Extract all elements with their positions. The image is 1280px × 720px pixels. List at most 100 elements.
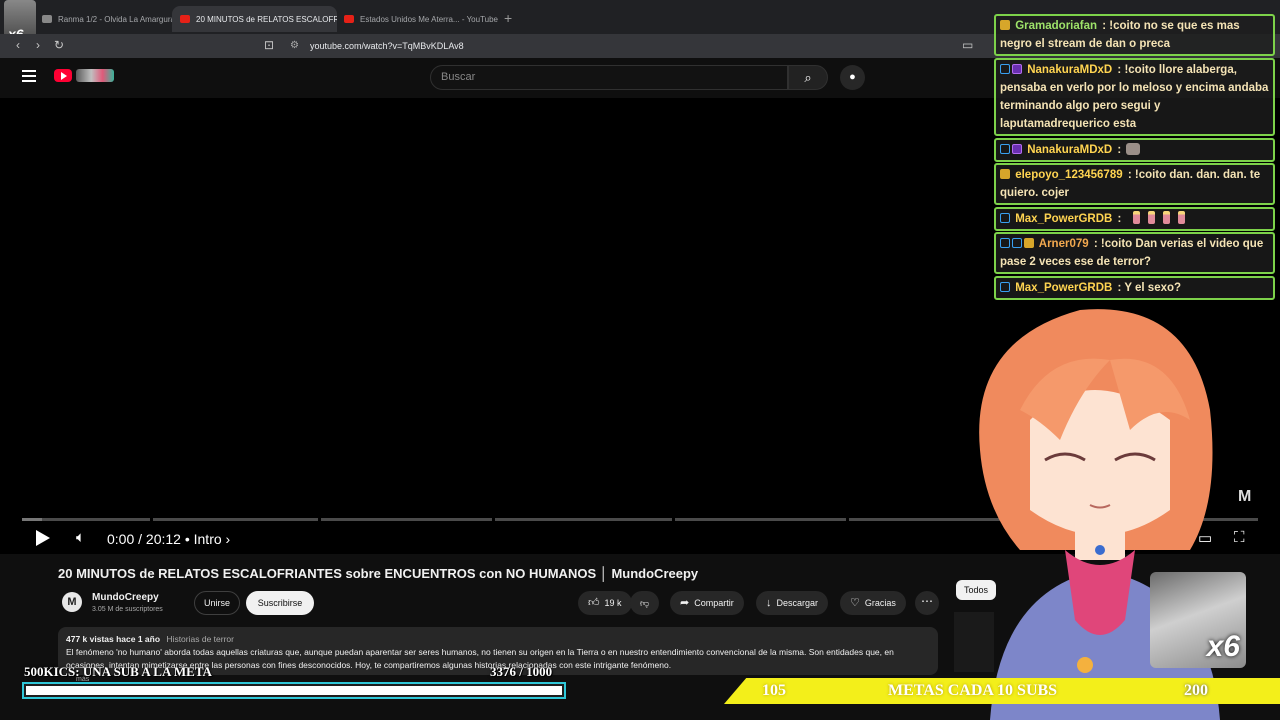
emote-icon — [1126, 143, 1141, 155]
description-meta: 477 k vistas hace 1 año Historias de ter… — [66, 633, 930, 646]
badge-icon — [1000, 213, 1010, 223]
search-icon: ⌕ — [804, 70, 812, 85]
chat-username: elepoyo_123456789 — [1015, 169, 1123, 181]
share-button[interactable]: ➦ Compartir — [670, 591, 744, 615]
new-tab-plus-icon[interactable]: + — [504, 10, 512, 26]
badge-icon — [1012, 238, 1022, 248]
site-settings-icon[interactable]: ⚙ — [290, 36, 299, 56]
thanks-label: Gracias — [864, 598, 896, 608]
upload-age: hace 1 año — [116, 634, 161, 644]
badge-icon — [1000, 238, 1010, 248]
avatar-button — [1077, 657, 1093, 673]
description-tag[interactable]: Historias de terror — [166, 634, 234, 644]
chat-text: Y el sexo? — [1124, 282, 1182, 294]
cat-cam-tag: x6 — [1206, 630, 1240, 663]
tab-estados-unidos[interactable]: Estados Unidos Me Aterra... - YouTube — [336, 6, 501, 32]
forward-arrow-icon[interactable]: › — [36, 38, 40, 52]
chat-username: NanakuraMDxD — [1027, 64, 1113, 76]
youtube-favicon-icon — [344, 15, 354, 23]
badge-icon — [1000, 282, 1010, 292]
candle-emote-icon — [1162, 211, 1170, 224]
thumbs-up-icon: 👍︎ — [588, 597, 600, 609]
metas-start-value: 105 — [762, 682, 786, 699]
url-text: youtube.com/watch?v=TqMBvKDLAv8 — [310, 41, 464, 51]
tab-favicon-icon — [42, 15, 52, 23]
time-text: 0:00 / 20:12 — [107, 531, 181, 547]
download-label: Descargar — [776, 598, 819, 608]
candle-emote-icon — [1132, 211, 1140, 224]
voice-search-button[interactable]: ● — [840, 65, 865, 90]
badge-icon — [1012, 144, 1022, 154]
youtube-favicon-icon — [180, 15, 190, 23]
thumbs-down-icon: 👎︎ — [640, 598, 650, 608]
candle-emote-icon — [1177, 211, 1185, 224]
badge-icon — [1000, 144, 1010, 154]
join-button[interactable]: Unirse — [194, 591, 240, 615]
chat-message: Gramadoriafan : !coito no se que es mas … — [994, 14, 1275, 56]
sub-goal-bar — [22, 682, 566, 699]
bookmark-icon[interactable]: ⊡ — [264, 38, 274, 52]
volume-icon[interactable]: 🔈︎ — [76, 529, 85, 546]
sub-goal-label: 500KICS: UNA SUB A LA META — [24, 664, 212, 679]
download-icon: ↓ — [766, 597, 772, 609]
chapter-marker — [150, 518, 153, 521]
avatar-brooch — [1095, 545, 1105, 555]
chat-username: Gramadoriafan — [1015, 20, 1098, 32]
badge-icon — [1000, 169, 1010, 179]
chapter-marker — [492, 518, 495, 521]
address-bar[interactable]: ⚙ youtube.com/watch?v=TqMBvKDLAv8 — [286, 36, 986, 56]
tab-relatos[interactable]: 20 MINUTOS de RELATOS ESCALOFRIANTES ✕ — [172, 6, 337, 32]
candle-emote-icon — [1147, 211, 1155, 224]
cast-icon[interactable]: ▭ — [962, 38, 973, 52]
thanks-icon: ♡ — [850, 597, 860, 609]
search-button[interactable]: ⌕ — [788, 65, 828, 90]
chat-message: Max_PowerGRDB : — [994, 207, 1275, 231]
play-icon[interactable] — [36, 530, 50, 546]
thanks-button[interactable]: ♡ Gracias — [840, 591, 906, 615]
youtube-doodle-logo[interactable] — [76, 69, 114, 82]
chat-username: Arner079 — [1038, 238, 1089, 250]
search-input[interactable]: Buscar — [430, 65, 788, 90]
like-count: 19 k — [604, 598, 622, 608]
youtube-logo-icon[interactable] — [54, 69, 72, 82]
tab-label: Estados Unidos Me Aterra... - YouTube — [360, 14, 499, 24]
channel-subscribers: 3.05 M de suscriptores — [92, 606, 163, 613]
video-title: 20 MINUTOS de RELATOS ESCALOFRIANTES sob… — [58, 566, 699, 581]
back-arrow-icon[interactable]: ‹ — [16, 38, 20, 52]
sub-goal-count: 3376 / 1000 — [490, 664, 553, 679]
channel-name[interactable]: MundoCreepy — [92, 592, 159, 603]
view-count: 477 k vistas — [66, 634, 114, 644]
metas-label: METAS CADA 10 SUBS — [888, 682, 1058, 699]
chat-username: Max_PowerGRDB — [1015, 282, 1113, 294]
time-display: 0:00 / 20:12 • Intro › — [107, 531, 230, 547]
tab-label: Ranma 1/2 - Olvida La Amargura — [58, 14, 175, 24]
subscribe-button[interactable]: Suscribirse — [246, 591, 314, 615]
chat-message: elepoyo_123456789 : !coito dan. dan. dan… — [994, 163, 1275, 205]
badge-icon — [1024, 238, 1034, 248]
reload-icon[interactable]: ↻ — [54, 38, 64, 52]
chat-username: NanakuraMDxD — [1027, 144, 1113, 156]
chat-message: Arner079 : !coito Dan verias el video qu… — [994, 232, 1275, 274]
more-actions-icon[interactable]: ⋯ — [915, 591, 939, 615]
share-icon: ➦ — [680, 597, 690, 609]
microphone-icon: ● — [849, 71, 856, 83]
chapter-label[interactable]: • Intro › — [185, 531, 230, 547]
download-button[interactable]: ↓ Descargar — [756, 591, 829, 615]
share-label: Compartir — [694, 598, 734, 608]
chat-username: Max_PowerGRDB — [1015, 213, 1113, 225]
badge-icon — [1012, 64, 1022, 74]
tab-label: 20 MINUTOS de RELATOS ESCALOFRIANTES — [196, 14, 337, 24]
chapter-marker — [846, 518, 849, 521]
sub-goal-fill — [26, 686, 562, 695]
chat-message: Max_PowerGRDB : Y el sexo? — [994, 276, 1275, 300]
like-button[interactable]: 👍︎ 19 k — [578, 591, 632, 615]
menu-icon[interactable] — [22, 70, 36, 82]
badge-icon — [1000, 20, 1010, 30]
cat-webcam: x6 — [1150, 572, 1246, 668]
chapter-marker — [672, 518, 675, 521]
channel-avatar[interactable]: M — [62, 592, 82, 612]
badge-icon — [1000, 64, 1010, 74]
progress-fill — [22, 518, 42, 521]
chapter-marker — [318, 518, 321, 521]
dislike-button[interactable]: 👎︎ — [630, 591, 660, 615]
